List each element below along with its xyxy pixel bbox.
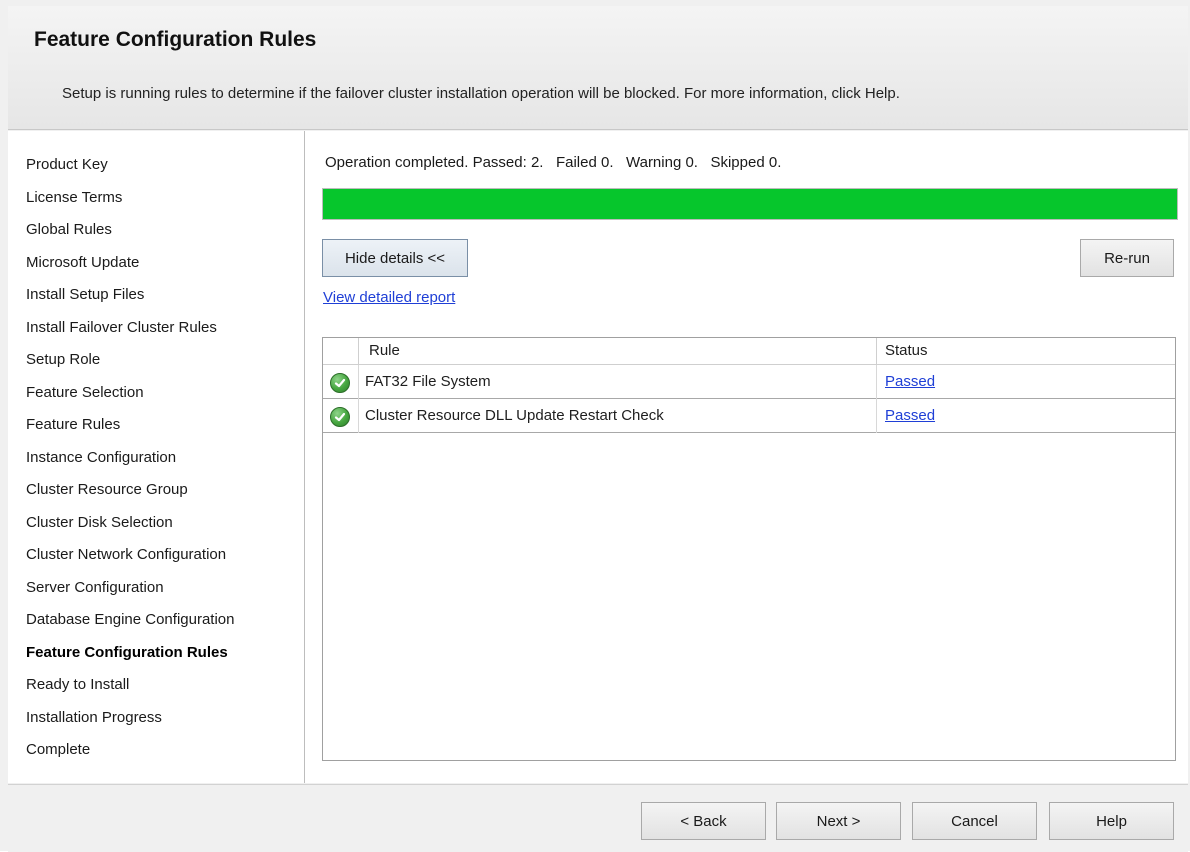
sidebar-item-license-terms[interactable]: License Terms <box>26 189 122 206</box>
check-circle-icon <box>330 407 350 427</box>
sidebar-item-feature-rules[interactable]: Feature Rules <box>26 416 120 433</box>
sidebar-item-install-setup-files[interactable]: Install Setup Files <box>26 286 144 303</box>
check-circle-icon <box>330 373 350 393</box>
sidebar-item-feature-configuration-rules[interactable]: Feature Configuration Rules <box>26 644 228 661</box>
cancel-button[interactable]: Cancel <box>912 802 1037 840</box>
sidebar-item-setup-role[interactable]: Setup Role <box>26 351 100 368</box>
grid-header-icon-cell <box>323 338 359 364</box>
grid-header: Rule Status <box>323 338 1175 365</box>
rule-name: FAT32 File System <box>365 373 491 390</box>
page-description: Setup is running rules to determine if t… <box>62 85 900 102</box>
rerun-button[interactable]: Re-run <box>1080 239 1174 277</box>
status-link-passed[interactable]: Passed <box>885 407 935 424</box>
sidebar-item-cluster-disk-selection[interactable]: Cluster Disk Selection <box>26 514 173 531</box>
sidebar-item-server-configuration[interactable]: Server Configuration <box>26 579 164 596</box>
help-button[interactable]: Help <box>1049 802 1174 840</box>
cell-divider <box>358 399 359 433</box>
hide-details-button[interactable]: Hide details << <box>322 239 468 277</box>
table-row[interactable]: FAT32 File System Passed <box>323 365 1175 399</box>
page-header: Feature Configuration Rules Setup is run… <box>8 6 1188 130</box>
sidebar-item-instance-configuration[interactable]: Instance Configuration <box>26 449 176 466</box>
next-button[interactable]: Next > <box>776 802 901 840</box>
view-detailed-report-link[interactable]: View detailed report <box>323 289 455 306</box>
column-divider[interactable] <box>876 338 877 364</box>
progress-bar-fill <box>323 189 1177 219</box>
sidebar-item-cluster-resource-group[interactable]: Cluster Resource Group <box>26 481 188 498</box>
rule-name: Cluster Resource DLL Update Restart Chec… <box>365 407 664 424</box>
back-button[interactable]: < Back <box>641 802 766 840</box>
sidebar-item-microsoft-update[interactable]: Microsoft Update <box>26 254 139 271</box>
sidebar-item-cluster-network-configuration[interactable]: Cluster Network Configuration <box>26 546 226 563</box>
sidebar-item-installation-progress[interactable]: Installation Progress <box>26 709 162 726</box>
operation-status-text: Operation completed. Passed: 2. Failed 0… <box>325 154 782 171</box>
sidebar-item-product-key[interactable]: Product Key <box>26 156 108 173</box>
rules-grid: Rule Status FAT32 File System Passed Clu… <box>322 337 1176 761</box>
cell-divider <box>876 365 877 399</box>
setup-window: Feature Configuration Rules Setup is run… <box>0 0 1190 852</box>
sidebar-item-database-engine-configuration[interactable]: Database Engine Configuration <box>26 611 234 628</box>
column-header-status[interactable]: Status <box>885 342 928 359</box>
page-title: Feature Configuration Rules <box>34 28 317 51</box>
sidebar-item-global-rules[interactable]: Global Rules <box>26 221 112 238</box>
footer-bar: < Back Next > Cancel Help <box>8 784 1188 852</box>
table-row[interactable]: Cluster Resource DLL Update Restart Chec… <box>323 399 1175 433</box>
main-panel: Operation completed. Passed: 2. Failed 0… <box>305 131 1188 783</box>
status-link-passed[interactable]: Passed <box>885 373 935 390</box>
sidebar-item-complete[interactable]: Complete <box>26 741 90 758</box>
sidebar-item-install-failover-cluster-rules[interactable]: Install Failover Cluster Rules <box>26 319 217 336</box>
sidebar-item-feature-selection[interactable]: Feature Selection <box>26 384 144 401</box>
cell-divider <box>358 365 359 399</box>
cell-divider <box>876 399 877 433</box>
steps-sidebar: Product Key License Terms Global Rules M… <box>8 131 305 783</box>
sidebar-item-ready-to-install[interactable]: Ready to Install <box>26 676 129 693</box>
progress-bar <box>322 188 1178 220</box>
column-header-rule[interactable]: Rule <box>369 342 400 359</box>
